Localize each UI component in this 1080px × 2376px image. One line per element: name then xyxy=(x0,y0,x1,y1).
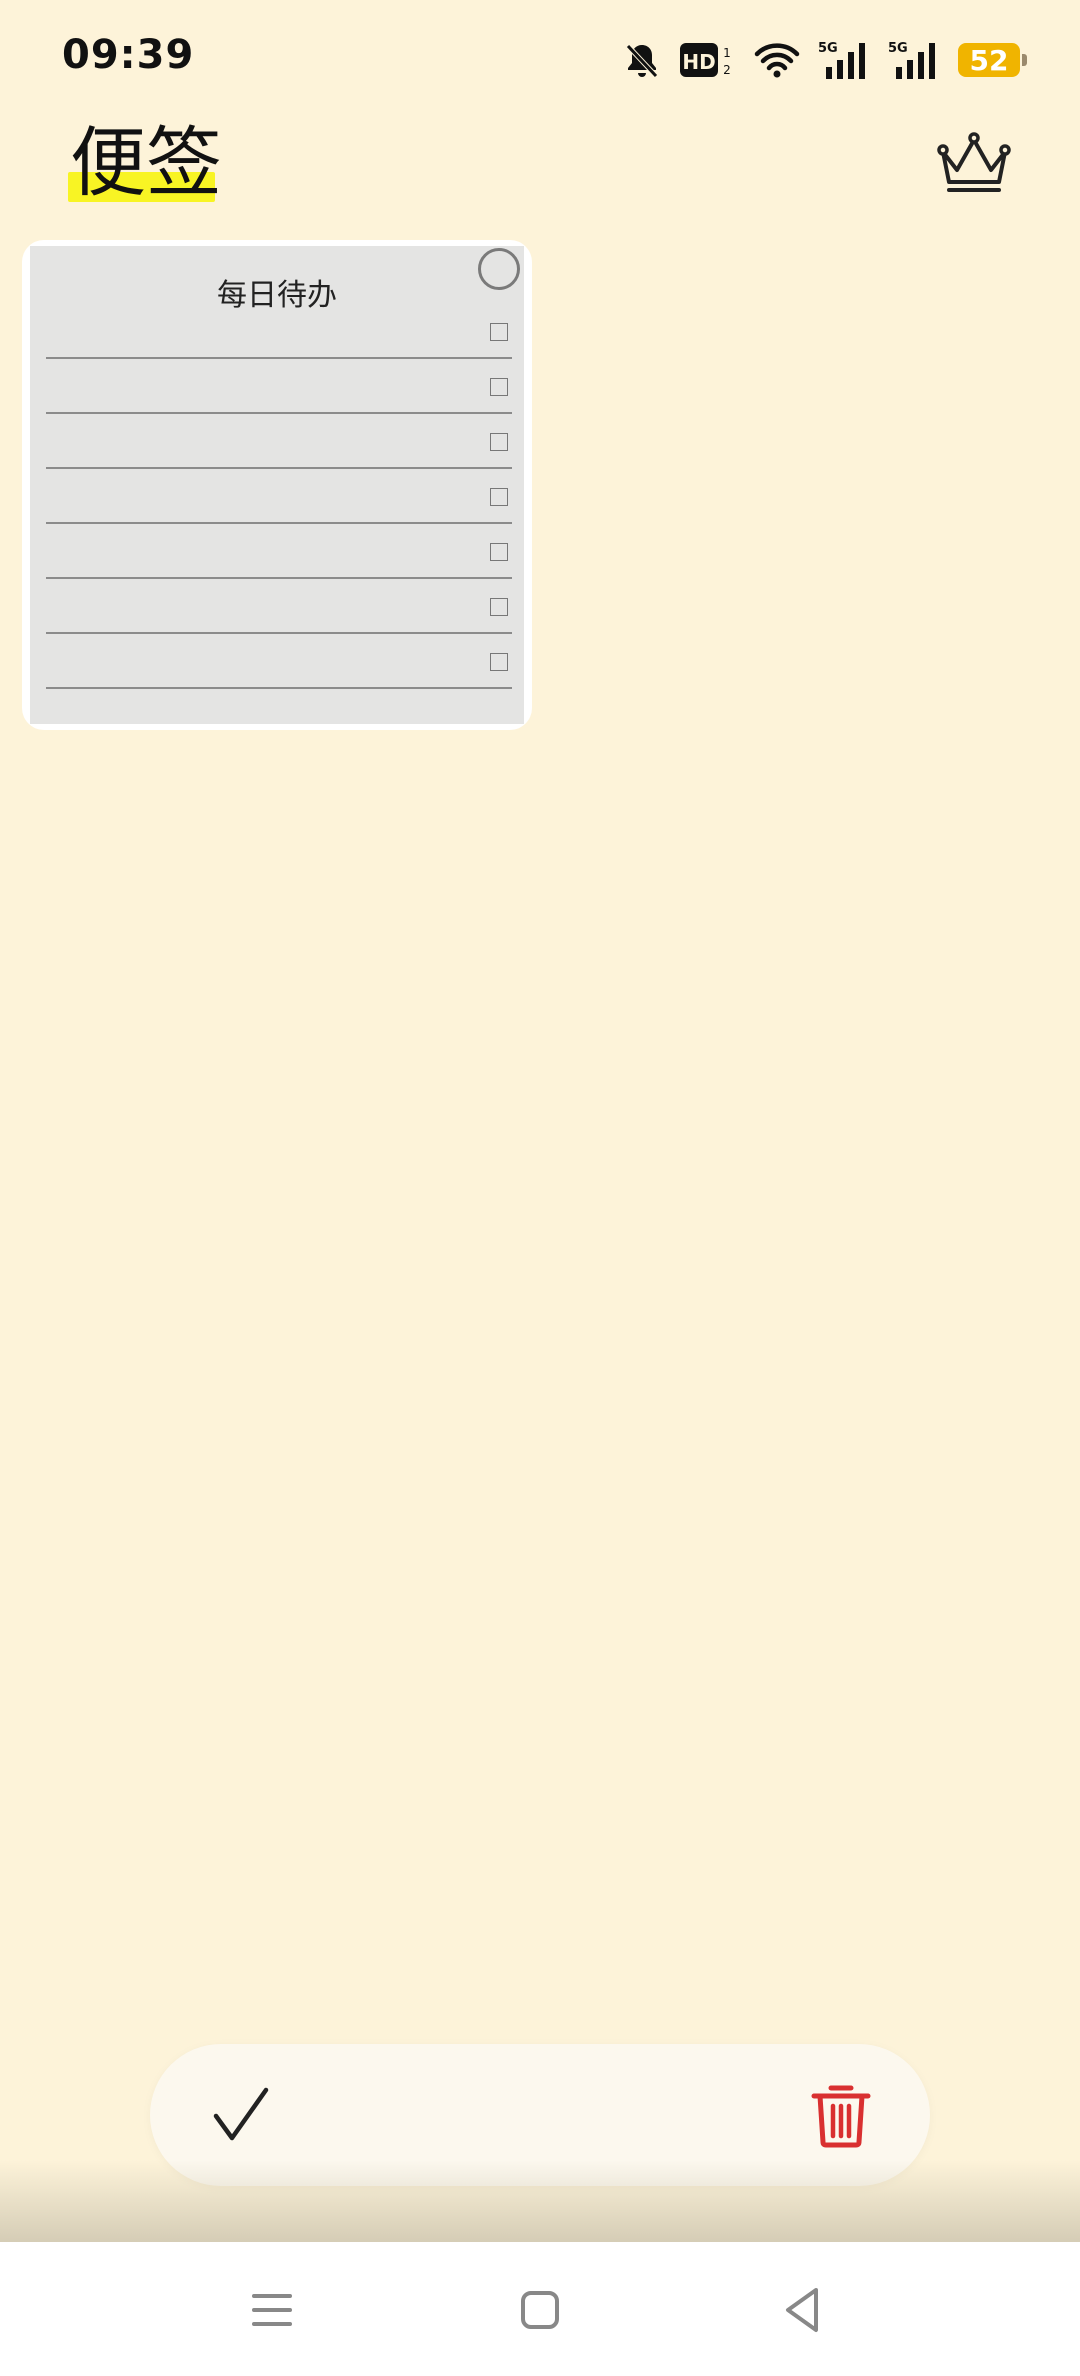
back-icon xyxy=(786,2288,818,2332)
svg-text:2: 2 xyxy=(723,63,731,77)
hd-label: HD xyxy=(682,50,715,74)
signal-5g-icon: 5G xyxy=(888,39,940,81)
todo-row[interactable] xyxy=(46,304,512,359)
todo-checkbox[interactable] xyxy=(490,488,508,506)
back-button[interactable] xyxy=(776,2282,832,2338)
confirm-button[interactable] xyxy=(208,2082,274,2148)
note-content: 每日待办 xyxy=(30,246,524,724)
delete-button[interactable] xyxy=(806,2080,876,2150)
todo-checkbox[interactable] xyxy=(490,433,508,451)
note-card[interactable]: 每日待办 xyxy=(22,240,532,730)
todo-row[interactable] xyxy=(46,524,512,579)
home-button[interactable] xyxy=(512,2282,568,2338)
todo-checkbox[interactable] xyxy=(490,323,508,341)
home-icon xyxy=(521,2291,559,2329)
hd-icon: HD 1 2 xyxy=(680,40,736,80)
menu-icon xyxy=(252,2294,292,2326)
trash-icon xyxy=(811,2085,871,2148)
todo-checkbox[interactable] xyxy=(490,543,508,561)
status-icons: HD 1 2 5G 5G 52 xyxy=(622,34,1027,86)
todo-row[interactable] xyxy=(46,634,512,689)
network-label: 5G xyxy=(818,41,838,56)
signal-5g-icon: 5G xyxy=(818,39,870,81)
todo-checkbox[interactable] xyxy=(490,378,508,396)
todo-checkbox[interactable] xyxy=(490,653,508,671)
page-title: 便签 xyxy=(70,118,222,207)
crown-icon xyxy=(937,132,1011,192)
battery-level: 52 xyxy=(969,43,1009,77)
todo-checkbox[interactable] xyxy=(490,598,508,616)
bottom-shadow xyxy=(0,2160,1080,2242)
check-icon xyxy=(213,2087,269,2141)
todo-row[interactable] xyxy=(46,469,512,524)
todo-row[interactable] xyxy=(46,359,512,414)
wifi-icon xyxy=(754,40,800,80)
network-label: 5G xyxy=(888,41,908,56)
select-circle-icon[interactable] xyxy=(478,248,520,290)
status-bar: 09:39 HD 1 2 5G 5G 52 xyxy=(0,0,1080,120)
menu-button[interactable] xyxy=(244,2282,300,2338)
premium-button[interactable] xyxy=(935,130,1013,194)
todo-row[interactable] xyxy=(46,414,512,469)
battery-icon: 52 xyxy=(958,43,1027,77)
navigation-bar xyxy=(0,2242,1080,2376)
bell-muted-icon xyxy=(622,40,662,80)
svg-text:1: 1 xyxy=(723,46,731,60)
status-time: 09:39 xyxy=(62,32,195,78)
todo-row[interactable] xyxy=(46,579,512,634)
